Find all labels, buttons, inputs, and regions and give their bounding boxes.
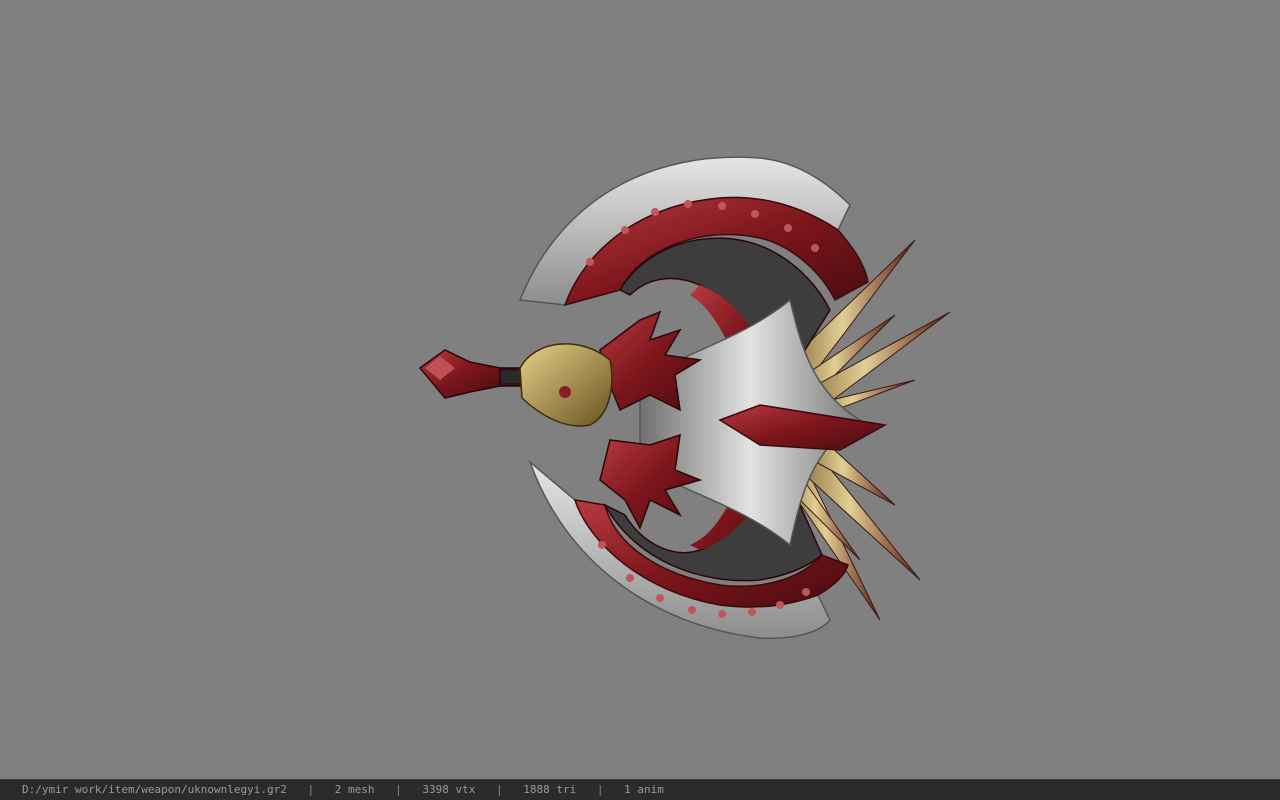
status-bar: D:/ymir work/item/weapon/uknownlegyi.gr2… <box>0 779 1280 800</box>
axe-handle <box>418 343 613 427</box>
3d-viewport[interactable] <box>0 0 1280 779</box>
axe-model-render[interactable] <box>0 0 1280 779</box>
separator: | <box>307 783 315 796</box>
vertex-count: 3398 vtx <box>422 783 476 796</box>
separator: | <box>395 783 402 796</box>
anim-count: 1 anim <box>624 783 664 796</box>
mesh-count: 2 mesh <box>334 783 375 796</box>
file-path: D:/ymir work/item/weapon/uknownlegyi.gr2 <box>22 783 287 796</box>
triangle-count: 1888 tri <box>523 783 577 796</box>
separator: | <box>496 783 503 796</box>
separator: | <box>596 783 604 796</box>
